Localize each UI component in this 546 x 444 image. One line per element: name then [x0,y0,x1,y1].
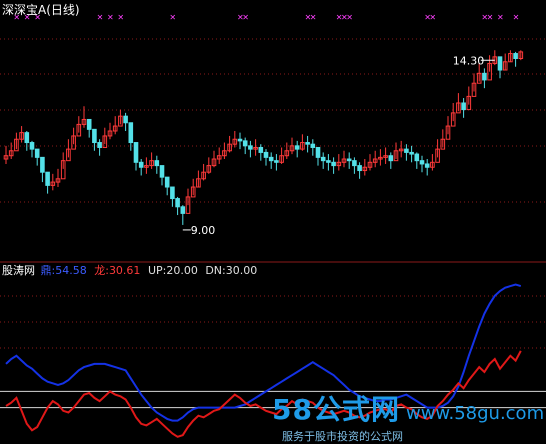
up-label: UP: [147,264,167,277]
dn-label: DN: [205,264,226,277]
candle-body [326,160,331,163]
candle-body [128,122,134,144]
watermark-slogan: 服务于股市投资的公式网 [282,430,403,443]
dn-value: 30.00 [225,264,258,277]
line2-value: 30.61 [108,264,141,277]
low-price-label: 9.00 [191,224,216,237]
signal-marker: ✕ [242,13,249,22]
indicator-name: 股涛网 [2,264,35,277]
signal-markers: ✕ ✕ ✕ ✕ ✕ ✕ ✕ ✕✕ ✕✕ ✕✕✕ ✕✕ ✕✕ ✕ ✕ [13,13,519,22]
candle-body [294,145,300,150]
high-price-label: 14.30 [453,54,485,67]
candle-body [164,176,170,188]
signal-marker: ✕ [429,13,436,22]
candle-body [123,115,128,124]
candle-body [414,153,420,162]
grid-lines [0,38,546,349]
candle-body [388,155,394,162]
watermark: 58公式网 www.58gu.com 服务于股市投资的公式网 [272,388,545,443]
candle-body [24,132,30,144]
candle-body [404,148,409,153]
chart-canvas: ✕ ✕ ✕ ✕ ✕ ✕ ✕ ✕✕ ✕✕ ✕✕✕ ✕✕ ✕✕ ✕ ✕ 14.30 9.00 [0,13,546,438]
signal-marker: ✕ [497,13,504,22]
signal-marker: ✕ [169,13,176,22]
candle-body [352,160,357,167]
indicator-header: 股涛网 鼎:54.58 龙:30.61 UP:20.00 DN:30.00 [2,262,257,278]
candle-body [424,163,430,168]
candle-body [305,142,310,145]
signal-marker: ✕ [346,13,353,22]
watermark-url: www.58gu.com [405,403,545,424]
candle-body [86,118,92,130]
signal-marker: ✕ [513,13,520,22]
candle-body [159,165,165,178]
candle-body [92,128,97,144]
line2-label: 龙: [94,264,109,277]
security-title: 深深宝A [2,3,47,17]
candle-body [45,171,50,186]
candle-body [248,145,253,150]
price-panel-header: 深深宝A(日线) [2,1,80,18]
line1-value: 54.58 [55,264,87,277]
candle-body [34,148,40,158]
period-label: (日线) [46,3,80,17]
candle-body [274,160,279,163]
candle-body [97,142,102,148]
candle-body [180,206,186,214]
candle-body [258,146,264,153]
candle-body [513,53,518,59]
candle-body [357,165,362,172]
signal-marker: ✕ [107,13,114,22]
candle-body [320,156,326,162]
candle-body [40,156,45,173]
candle-body [268,156,274,162]
line1-label: 鼎: [40,264,56,277]
candle-body [419,160,425,165]
candle-body [138,161,144,168]
candle-body [133,142,139,163]
candle-body [346,158,352,162]
candle-body [175,198,180,208]
up-value: 20.00 [166,264,198,277]
candle-body [409,151,414,155]
candle-body [315,146,321,158]
candle-body [29,142,35,150]
candle-body [310,143,316,148]
candle-body [170,186,175,200]
candle-body [461,102,466,111]
candlestick-series [3,50,524,225]
watermark-brand: 58公式网 [272,393,400,426]
candle-body [237,138,243,142]
candle-body [482,72,487,81]
candle-body [263,151,269,158]
signal-marker: ✕ [97,13,104,22]
signal-marker: ✕ [487,13,494,22]
signal-marker: ✕ [117,13,124,22]
candle-body [242,140,248,147]
signal-marker: ✕ [310,13,317,22]
candle-body [154,160,160,167]
candle-body [497,56,503,71]
candle-body [331,161,336,167]
